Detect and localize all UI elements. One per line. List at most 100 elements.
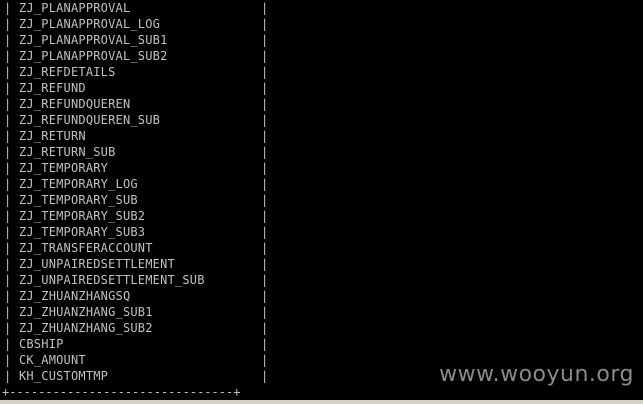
row-left-border: |	[4, 193, 12, 207]
table-name-cell: ZJ_REFUNDQUEREN_SUB	[19, 113, 161, 127]
row-left-border: |	[4, 1, 12, 15]
table-row: | ZJ_UNPAIREDSETTLEMENT_SUB |	[2, 272, 268, 288]
row-right-border: |	[261, 177, 269, 191]
table-name-cell: KH_CUSTOMTMP	[19, 369, 109, 383]
row-left-border: |	[4, 209, 12, 223]
row-right-border: |	[261, 273, 269, 287]
table-name-cell: ZJ_TRANSFERACCOUNT	[19, 241, 153, 255]
row-right-border: |	[261, 17, 269, 31]
row-right-border: |	[261, 1, 269, 15]
row-right-border: |	[261, 209, 269, 223]
row-right-border: |	[261, 161, 269, 175]
row-left-border: |	[4, 177, 12, 191]
row-left-border: |	[4, 353, 12, 367]
row-left-border: |	[4, 273, 12, 287]
table-name-cell: ZJ_TEMPORARY_SUB3	[19, 225, 146, 239]
window-bottom-edge	[0, 400, 643, 404]
table-name-cell: ZJ_PLANAPPROVAL_LOG	[19, 17, 161, 31]
row-left-border: |	[4, 49, 12, 63]
table-name-cell: ZJ_TEMPORARY	[19, 161, 109, 175]
row-left-border: |	[4, 337, 12, 351]
table-row: | ZJ_TEMPORARY_SUB |	[2, 192, 268, 208]
table-name-cell: ZJ_TEMPORARY_LOG	[19, 177, 138, 191]
terminal-window[interactable]: | ZJ_PLANAPPROVAL | | ZJ_PLANAPPROVAL_LOG | | Z…	[0, 0, 643, 404]
table-name-cell: ZJ_TEMPORARY_SUB2	[19, 209, 146, 223]
table-name-cell: ZJ_ZHUANZHANG_SUB1	[19, 305, 153, 319]
row-right-border: |	[261, 49, 269, 63]
table-row: | ZJ_ZHUANZHANG_SUB1 |	[2, 304, 268, 320]
table-name-cell: ZJ_RETURN_SUB	[19, 145, 116, 159]
table-name-cell: ZJ_RETURN	[19, 129, 86, 143]
table-name-cell: CK_AMOUNT	[19, 353, 86, 367]
row-left-border: |	[4, 321, 12, 335]
table-row: | ZJ_PLANAPPROVAL |	[2, 0, 268, 16]
row-left-border: |	[4, 241, 12, 255]
row-left-border: |	[4, 129, 12, 143]
table-name-cell: ZJ_PLANAPPROVAL	[19, 1, 131, 15]
table-row: | ZJ_ZHUANZHANG_SUB2 |	[2, 320, 268, 336]
table-row: | ZJ_TRANSFERACCOUNT |	[2, 240, 268, 256]
row-right-border: |	[261, 241, 269, 255]
row-right-border: |	[261, 225, 269, 239]
row-left-border: |	[4, 113, 12, 127]
table-row: | ZJ_PLANAPPROVAL_SUB1 |	[2, 32, 268, 48]
row-right-border: |	[261, 321, 269, 335]
table-row: | CBSHIP |	[2, 336, 268, 352]
row-left-border: |	[4, 145, 12, 159]
table-row: | ZJ_PLANAPPROVAL_LOG |	[2, 16, 268, 32]
row-right-border: |	[261, 353, 269, 367]
table-list: | ZJ_PLANAPPROVAL | | ZJ_PLANAPPROVAL_LOG | | Z…	[2, 0, 268, 384]
row-right-border: |	[261, 97, 269, 111]
table-row: | ZJ_REFDETAILS |	[2, 64, 268, 80]
row-left-border: |	[4, 225, 12, 239]
table-row: | ZJ_TEMPORARY_SUB3 |	[2, 224, 268, 240]
table-name-cell: ZJ_PLANAPPROVAL_SUB1	[19, 33, 168, 47]
table-row: | ZJ_TEMPORARY_SUB2 |	[2, 208, 268, 224]
table-row: | ZJ_UNPAIREDSETTLEMENT |	[2, 256, 268, 272]
table-row: | KH_CUSTOMTMP |	[2, 368, 268, 384]
row-left-border: |	[4, 257, 12, 271]
table-name-cell: ZJ_ZHUANZHANGSQ	[19, 289, 131, 303]
table-row: | ZJ_REFUNDQUEREN_SUB |	[2, 112, 268, 128]
table-bottom-border: +-------------------------------+	[2, 385, 241, 399]
table-row: | ZJ_RETURN |	[2, 128, 268, 144]
row-right-border: |	[261, 129, 269, 143]
row-right-border: |	[261, 257, 269, 271]
row-right-border: |	[261, 145, 269, 159]
table-row: | ZJ_ZHUANZHANGSQ |	[2, 288, 268, 304]
row-left-border: |	[4, 33, 12, 47]
row-right-border: |	[261, 305, 269, 319]
row-left-border: |	[4, 305, 12, 319]
row-right-border: |	[261, 289, 269, 303]
row-left-border: |	[4, 65, 12, 79]
row-right-border: |	[261, 81, 269, 95]
row-left-border: |	[4, 17, 12, 31]
row-left-border: |	[4, 81, 12, 95]
row-right-border: |	[261, 369, 269, 383]
table-row: | ZJ_REFUND |	[2, 80, 268, 96]
row-left-border: |	[4, 289, 12, 303]
row-right-border: |	[261, 65, 269, 79]
table-name-cell: ZJ_UNPAIREDSETTLEMENT_SUB	[19, 273, 205, 287]
table-name-cell: ZJ_ZHUANZHANG_SUB2	[19, 321, 153, 335]
row-right-border: |	[261, 113, 269, 127]
row-right-border: |	[261, 337, 269, 351]
table-name-cell: ZJ_REFUND	[19, 81, 86, 95]
row-left-border: |	[4, 97, 12, 111]
table-row: | ZJ_TEMPORARY |	[2, 160, 268, 176]
table-row: | ZJ_TEMPORARY_LOG |	[2, 176, 268, 192]
table-row: | CK_AMOUNT |	[2, 352, 268, 368]
row-left-border: |	[4, 369, 12, 383]
row-right-border: |	[261, 193, 269, 207]
table-name-cell: ZJ_PLANAPPROVAL_SUB2	[19, 49, 168, 63]
table-name-cell: ZJ_TEMPORARY_SUB	[19, 193, 138, 207]
table-row: | ZJ_RETURN_SUB |	[2, 144, 268, 160]
table-row: | ZJ_REFUNDQUEREN |	[2, 96, 268, 112]
row-right-border: |	[261, 33, 269, 47]
watermark: www.wooyun.org	[439, 362, 634, 387]
table-name-cell: CBSHIP	[19, 337, 64, 351]
table-name-cell: ZJ_REFDETAILS	[19, 65, 116, 79]
table-row: | ZJ_PLANAPPROVAL_SUB2 |	[2, 48, 268, 64]
table-name-cell: ZJ_UNPAIREDSETTLEMENT	[19, 257, 175, 271]
table-name-cell: ZJ_REFUNDQUEREN	[19, 97, 131, 111]
